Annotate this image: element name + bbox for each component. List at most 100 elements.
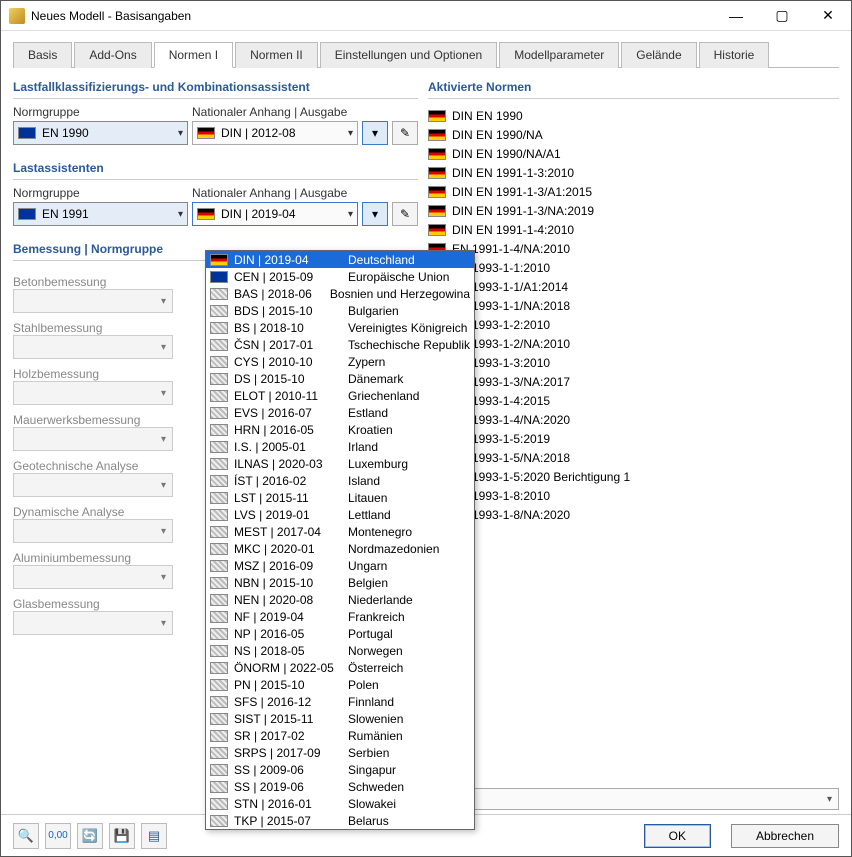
dropdown-item[interactable]: STN | 2016-01Slowakei (206, 795, 474, 812)
tab-gelände[interactable]: Gelände (621, 42, 696, 68)
norm-item[interactable]: EN 1993-1-1:2010 (428, 259, 839, 277)
dropdown-item[interactable]: TS | 2018-02Türkei (206, 829, 474, 830)
dropdown-item[interactable]: SS | 2009-06Singapur (206, 761, 474, 778)
design-combo-geotechnische analyse[interactable]: ▾ (13, 473, 173, 497)
dropdown-item-country: Polen (348, 678, 379, 692)
design-combo-dynamische analyse[interactable]: ▾ (13, 519, 173, 543)
bottom-long-combo[interactable]: ▾ (428, 788, 839, 810)
tool-list-button[interactable]: ▤ (141, 823, 167, 849)
tab-add-ons[interactable]: Add-Ons (74, 42, 151, 68)
combo-anhang-1[interactable]: DIN | 2012-08 ▾ (192, 121, 358, 145)
dropdown-item[interactable]: SIST | 2015-11Slowenien (206, 710, 474, 727)
dropdown-item[interactable]: SFS | 2016-12Finnland (206, 693, 474, 710)
dropdown-item[interactable]: SR | 2017-02Rumänien (206, 727, 474, 744)
de-flag-icon (428, 224, 446, 236)
close-button[interactable]: ✕ (805, 1, 851, 30)
flag-icon (210, 305, 228, 317)
dropdown-item[interactable]: LVS | 2019-01Lettland (206, 506, 474, 523)
design-combo-stahlbemessung[interactable]: ▾ (13, 335, 173, 359)
dropdown-item[interactable]: HRN | 2016-05Kroatien (206, 421, 474, 438)
dropdown-item[interactable]: SRPS | 2017-09Serbien (206, 744, 474, 761)
norm-item[interactable]: DIN EN 1991-1-3:2010 (428, 164, 839, 182)
norm-item[interactable]: EN 1993-1-3/NA:2017 (428, 373, 839, 391)
combo-anhang-2[interactable]: DIN | 2019-04 ▾ (192, 202, 358, 226)
dropdown-item[interactable]: DS | 2015-10Dänemark (206, 370, 474, 387)
design-combo-holzbemessung[interactable]: ▾ (13, 381, 173, 405)
norm-item[interactable]: EN 1993-1-4:2015 (428, 392, 839, 410)
dropdown-item[interactable]: ČSN | 2017-01Tschechische Republik (206, 336, 474, 353)
tool-save-button[interactable]: 💾 (109, 823, 135, 849)
dropdown-item[interactable]: TKP | 2015-07Belarus (206, 812, 474, 829)
dropdown-item[interactable]: SS | 2019-06Schweden (206, 778, 474, 795)
dropdown-item[interactable]: ELOT | 2010-11Griechenland (206, 387, 474, 404)
norm-item[interactable]: DIN EN 1991-1-3/A1:2015 (428, 183, 839, 201)
dropdown-item[interactable]: MKC | 2020-01Nordmazedonien (206, 540, 474, 557)
new-button-1[interactable]: ✎ (392, 121, 418, 145)
dropdown-item-code: MEST | 2017-04 (234, 525, 342, 539)
norm-item[interactable]: EN 1993-1-1/A1:2014 (428, 278, 839, 296)
filter-button-2[interactable]: ▾ (362, 202, 388, 226)
dropdown-item[interactable]: NEN | 2020-08Niederlande (206, 591, 474, 608)
dropdown-item[interactable]: MSZ | 2016-09Ungarn (206, 557, 474, 574)
norm-item[interactable]: EN 1993-1-3:2010 (428, 354, 839, 372)
dropdown-item[interactable]: DIN | 2019-04Deutschland (206, 251, 474, 268)
dropdown-item[interactable]: CYS | 2010-10Zypern (206, 353, 474, 370)
norm-item[interactable]: DIN EN 1990/NA (428, 126, 839, 144)
design-combo-glasbemessung[interactable]: ▾ (13, 611, 173, 635)
dropdown-item[interactable]: ÍST | 2016-02Island (206, 472, 474, 489)
dropdown-item[interactable]: NS | 2018-05Norwegen (206, 642, 474, 659)
national-annex-dropdown[interactable]: DIN | 2019-04DeutschlandCEN | 2015-09Eur… (205, 250, 475, 830)
dropdown-item[interactable]: PN | 2015-10Polen (206, 676, 474, 693)
ok-button[interactable]: OK (644, 824, 711, 848)
design-combo-betonbemessung[interactable]: ▾ (13, 289, 173, 313)
norm-item[interactable]: EN 1993-1-2:2010 (428, 316, 839, 334)
dropdown-item[interactable]: BDS | 2015-10Bulgarien (206, 302, 474, 319)
norm-item[interactable]: EN 1993-1-1/NA:2018 (428, 297, 839, 315)
dropdown-item[interactable]: BAS | 2018-06Bosnien und Herzegowina (206, 285, 474, 302)
new-button-2[interactable]: ✎ (392, 202, 418, 226)
dropdown-item[interactable]: NP | 2016-05Portugal (206, 625, 474, 642)
norm-item[interactable]: EN 1993-1-5/NA:2018 (428, 449, 839, 467)
tab-modellparameter[interactable]: Modellparameter (499, 42, 619, 68)
norm-item[interactable]: EN 1993-1-4/NA:2020 (428, 411, 839, 429)
combo-normgruppe-1[interactable]: EN 1990 ▾ (13, 121, 188, 145)
tool-lens-button[interactable]: 🔍 (13, 823, 39, 849)
norm-item[interactable]: DIN EN 1991-1-4:2010 (428, 221, 839, 239)
norm-item[interactable]: DIN EN 1991-1-3/NA:2019 (428, 202, 839, 220)
dropdown-item[interactable]: NF | 2019-04Frankreich (206, 608, 474, 625)
funnel-icon: ▾ (372, 207, 378, 221)
combo-normgruppe-2[interactable]: EN 1991 ▾ (13, 202, 188, 226)
tool-units-button[interactable]: 0,00 (45, 823, 71, 849)
norm-item[interactable]: DIN EN 1990/NA/A1 (428, 145, 839, 163)
filter-button-1[interactable]: ▾ (362, 121, 388, 145)
dropdown-item[interactable]: MEST | 2017-04Montenegro (206, 523, 474, 540)
norm-item[interactable]: EN 1993-1-2/NA:2010 (428, 335, 839, 353)
norm-item[interactable]: DIN EN 1990 (428, 107, 839, 125)
dropdown-item[interactable]: EVS | 2016-07Estland (206, 404, 474, 421)
dropdown-item[interactable]: LST | 2015-11Litauen (206, 489, 474, 506)
design-combo-aluminiumbemessung[interactable]: ▾ (13, 565, 173, 589)
dropdown-item[interactable]: BS | 2018-10Vereinigtes Königreich (206, 319, 474, 336)
cancel-button[interactable]: Abbrechen (731, 824, 839, 848)
norm-item[interactable]: EN 1991-1-4/NA:2010 (428, 240, 839, 258)
tab-historie[interactable]: Historie (699, 42, 770, 68)
dropdown-item[interactable]: ÖNORM | 2022-05Österreich (206, 659, 474, 676)
tool-refresh-button[interactable]: 🔄 (77, 823, 103, 849)
norm-item[interactable]: EN 1993-1-5:2019 (428, 430, 839, 448)
group-load-wizards-title: Lastassistenten (13, 159, 418, 180)
dropdown-item[interactable]: NBN | 2015-10Belgien (206, 574, 474, 591)
norm-item[interactable]: EN 1993-1-8:2010 (428, 487, 839, 505)
tab-basis[interactable]: Basis (13, 42, 72, 68)
dropdown-item[interactable]: I.S. | 2005-01Irland (206, 438, 474, 455)
tab-einstellungen-und-optionen[interactable]: Einstellungen und Optionen (320, 42, 497, 68)
flag-icon (210, 577, 228, 589)
tab-normen-ii[interactable]: Normen II (235, 42, 318, 68)
design-combo-mauerwerksbemessung[interactable]: ▾ (13, 427, 173, 451)
maximize-button[interactable]: ▢ (759, 1, 805, 30)
dropdown-item[interactable]: CEN | 2015-09Europäische Union (206, 268, 474, 285)
tab-normen-i[interactable]: Normen I (154, 42, 233, 68)
norm-item[interactable]: EN 1993-1-5:2020 Berichtigung 1 (428, 468, 839, 486)
norm-item[interactable]: EN 1993-1-8/NA:2020 (428, 506, 839, 524)
minimize-button[interactable]: — (713, 1, 759, 30)
dropdown-item[interactable]: ILNAS | 2020-03Luxemburg (206, 455, 474, 472)
